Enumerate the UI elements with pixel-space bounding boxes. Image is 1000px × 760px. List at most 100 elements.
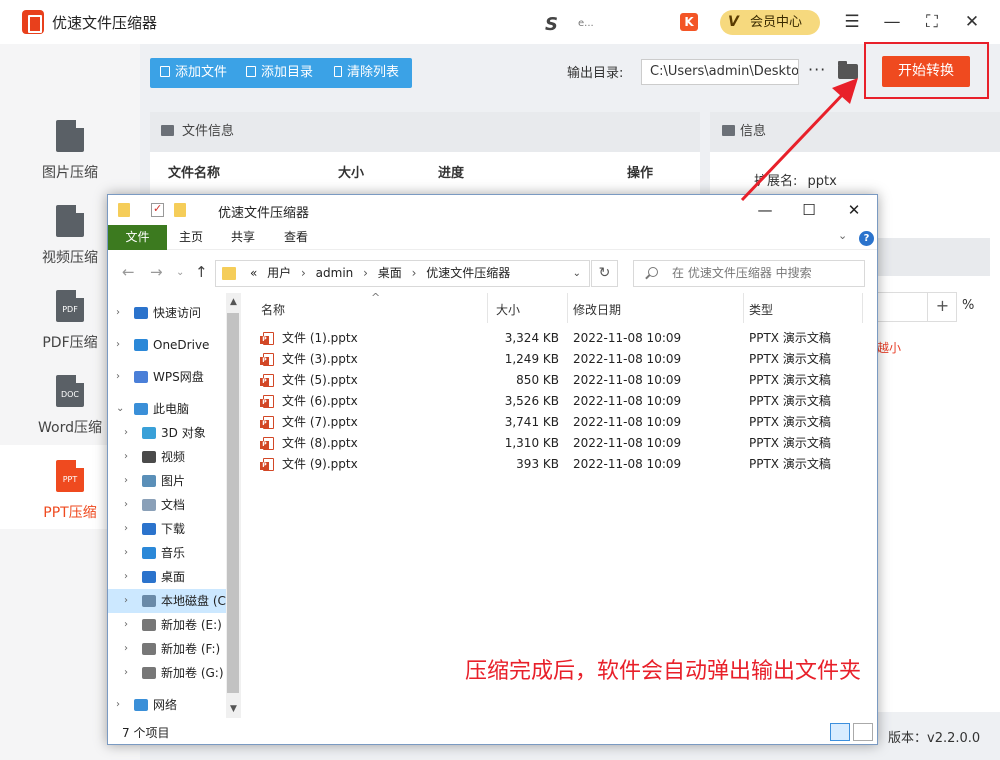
nav-item[interactable]: › 桌面 xyxy=(108,565,226,589)
expand-chevron-icon[interactable]: › xyxy=(124,469,128,493)
nav-item-label: 文档 xyxy=(161,498,186,512)
expand-chevron-icon[interactable]: › xyxy=(124,421,128,445)
explorer-close-button[interactable]: ✕ xyxy=(839,199,869,221)
nav-item[interactable]: › 图片 xyxy=(108,469,226,493)
column-header-size[interactable]: 大小 xyxy=(496,301,520,318)
column-divider[interactable] xyxy=(567,293,568,323)
nav-item[interactable]: › 视频 xyxy=(108,445,226,469)
nav-item[interactable]: › 新加卷 (F:) xyxy=(108,637,226,661)
breadcrumb-separator[interactable]: › xyxy=(301,266,306,280)
expand-chevron-icon[interactable]: › xyxy=(124,541,128,565)
refresh-icon[interactable]: ↻ xyxy=(591,260,618,287)
breadcrumb-admin[interactable]: admin xyxy=(316,266,354,280)
expand-chevron-icon[interactable]: › xyxy=(124,517,128,541)
file-row[interactable]: 文件 (8).pptx 1,310 KB 2022-11-08 10:09 PPTX … xyxy=(251,433,871,454)
help-icon[interactable]: ? xyxy=(859,231,874,246)
nav-item-icon xyxy=(134,307,148,319)
recent-locations-icon[interactable]: ⌄ xyxy=(176,267,184,278)
file-row[interactable]: 文件 (6).pptx 3,526 KB 2022-11-08 10:09 PPTX … xyxy=(251,391,871,412)
file-row[interactable]: 文件 (7).pptx 3,741 KB 2022-11-08 10:09 PPTX … xyxy=(251,412,871,433)
tab-view[interactable]: 查看 xyxy=(270,225,322,250)
properties-icon[interactable] xyxy=(151,202,164,217)
expand-chevron-icon[interactable]: › xyxy=(116,365,120,389)
search-input[interactable]: 在 优速文件压缩器 中搜索 xyxy=(633,260,865,287)
menu-icon[interactable]: ☰ xyxy=(840,10,864,34)
expand-chevron-icon[interactable]: › xyxy=(124,589,128,613)
nav-item[interactable]: › 新加卷 (G:) xyxy=(108,661,226,685)
file-row[interactable]: 文件 (1).pptx 3,324 KB 2022-11-08 10:09 PPTX … xyxy=(251,328,871,349)
sidebar-item-image[interactable]: 图片压缩 xyxy=(0,120,140,202)
file-row[interactable]: 文件 (9).pptx 393 KB 2022-11-08 10:09 PPTX 演示… xyxy=(251,454,871,475)
expand-chevron-icon[interactable]: › xyxy=(124,493,128,517)
expand-chevron-icon[interactable]: › xyxy=(116,693,120,717)
minimize-button[interactable]: — xyxy=(880,10,904,34)
file-date: 2022-11-08 10:09 xyxy=(573,436,682,450)
breadcrumb-desktop[interactable]: 桌面 xyxy=(378,266,402,280)
percent-increment-button[interactable]: + xyxy=(927,292,957,322)
expand-chevron-icon[interactable]: › xyxy=(124,613,128,637)
file-type: PPTX 演示文稿 xyxy=(749,373,831,387)
column-header-date[interactable]: 修改日期 xyxy=(573,301,621,318)
nav-item[interactable]: › 音乐 xyxy=(108,541,226,565)
explorer-minimize-button[interactable]: — xyxy=(750,199,780,221)
clear-list-button[interactable]: 清除列表 xyxy=(334,58,399,88)
file-row[interactable]: 文件 (5).pptx 850 KB 2022-11-08 10:09 PPTX 演示… xyxy=(251,370,871,391)
forward-icon[interactable]: → xyxy=(150,263,163,281)
output-dir-field[interactable]: C:\Users\admin\Desktop xyxy=(641,59,799,85)
breadcrumb-current-folder[interactable]: 优速文件压缩器 xyxy=(426,266,510,280)
vip-center-button[interactable]: V 会员中心 xyxy=(720,10,820,35)
breadcrumb-overflow[interactable]: « xyxy=(250,266,257,280)
up-icon[interactable]: ↑ xyxy=(195,263,208,281)
explorer-maximize-button[interactable]: ☐ xyxy=(794,199,824,221)
open-folder-icon[interactable] xyxy=(838,61,858,79)
nav-item[interactable]: › OneDrive xyxy=(108,333,226,357)
expand-chevron-icon[interactable]: ⌄ xyxy=(116,397,124,421)
tab-file[interactable]: 文件 xyxy=(108,225,167,250)
expand-chevron-icon[interactable]: › xyxy=(124,637,128,661)
nav-item[interactable]: › 本地磁盘 (C:) xyxy=(108,589,226,613)
breadcrumb-separator[interactable]: › xyxy=(363,266,368,280)
column-header-name[interactable]: 名称 xyxy=(261,301,285,318)
breadcrumb-users[interactable]: 用户 xyxy=(267,266,291,280)
tab-home[interactable]: 主页 xyxy=(165,225,217,250)
more-options-icon[interactable]: ··· xyxy=(808,60,826,79)
scroll-down-icon[interactable]: ▼ xyxy=(226,700,241,718)
nav-item[interactable]: › 文档 xyxy=(108,493,226,517)
address-bar[interactable]: « 用户 › admin › 桌面 › 优速文件压缩器 ⌄ xyxy=(215,260,590,287)
nav-item[interactable]: › 3D 对象 xyxy=(108,421,226,445)
column-header-type[interactable]: 类型 xyxy=(749,301,773,318)
scroll-up-icon[interactable]: ▲ xyxy=(226,293,241,311)
folder-quick-icon[interactable] xyxy=(118,203,130,217)
close-button[interactable]: ✕ xyxy=(960,10,984,34)
nav-item[interactable]: › 网络 xyxy=(108,693,226,717)
nav-item[interactable]: › 快速访问 xyxy=(108,301,226,325)
expand-chevron-icon[interactable]: › xyxy=(116,333,120,357)
address-dropdown-icon[interactable]: ⌄ xyxy=(573,261,581,286)
column-divider[interactable] xyxy=(743,293,744,323)
column-divider[interactable] xyxy=(487,293,488,323)
column-divider[interactable] xyxy=(862,293,863,323)
nav-item[interactable]: › WPS网盘 xyxy=(108,365,226,389)
expand-chevron-icon[interactable]: › xyxy=(124,445,128,469)
nav-item[interactable]: › 下载 xyxy=(108,517,226,541)
nav-item[interactable]: › 新加卷 (E:) xyxy=(108,613,226,637)
k-icon[interactable]: K xyxy=(680,13,698,31)
new-folder-icon[interactable] xyxy=(174,203,186,217)
nav-item-icon xyxy=(142,427,156,439)
maximize-button[interactable]: ⛶ xyxy=(920,10,944,34)
large-icons-view-icon[interactable] xyxy=(853,723,873,741)
folder-icon xyxy=(222,267,236,280)
ribbon-expand-icon[interactable]: ⌄ xyxy=(838,229,847,242)
back-icon[interactable]: ← xyxy=(122,263,135,281)
nav-scrollbar-thumb[interactable] xyxy=(227,313,239,693)
expand-chevron-icon[interactable]: › xyxy=(124,565,128,589)
add-directory-button[interactable]: 添加目录 xyxy=(246,58,313,88)
add-file-button[interactable]: 添加文件 xyxy=(160,58,227,88)
expand-chevron-icon[interactable]: › xyxy=(124,661,128,685)
details-view-icon[interactable] xyxy=(830,723,850,741)
expand-chevron-icon[interactable]: › xyxy=(116,301,120,325)
nav-item[interactable]: ⌄ 此电脑 xyxy=(108,397,226,421)
breadcrumb-separator[interactable]: › xyxy=(412,266,417,280)
tab-share[interactable]: 共享 xyxy=(217,225,269,250)
file-row[interactable]: 文件 (3).pptx 1,249 KB 2022-11-08 10:09 PPTX … xyxy=(251,349,871,370)
